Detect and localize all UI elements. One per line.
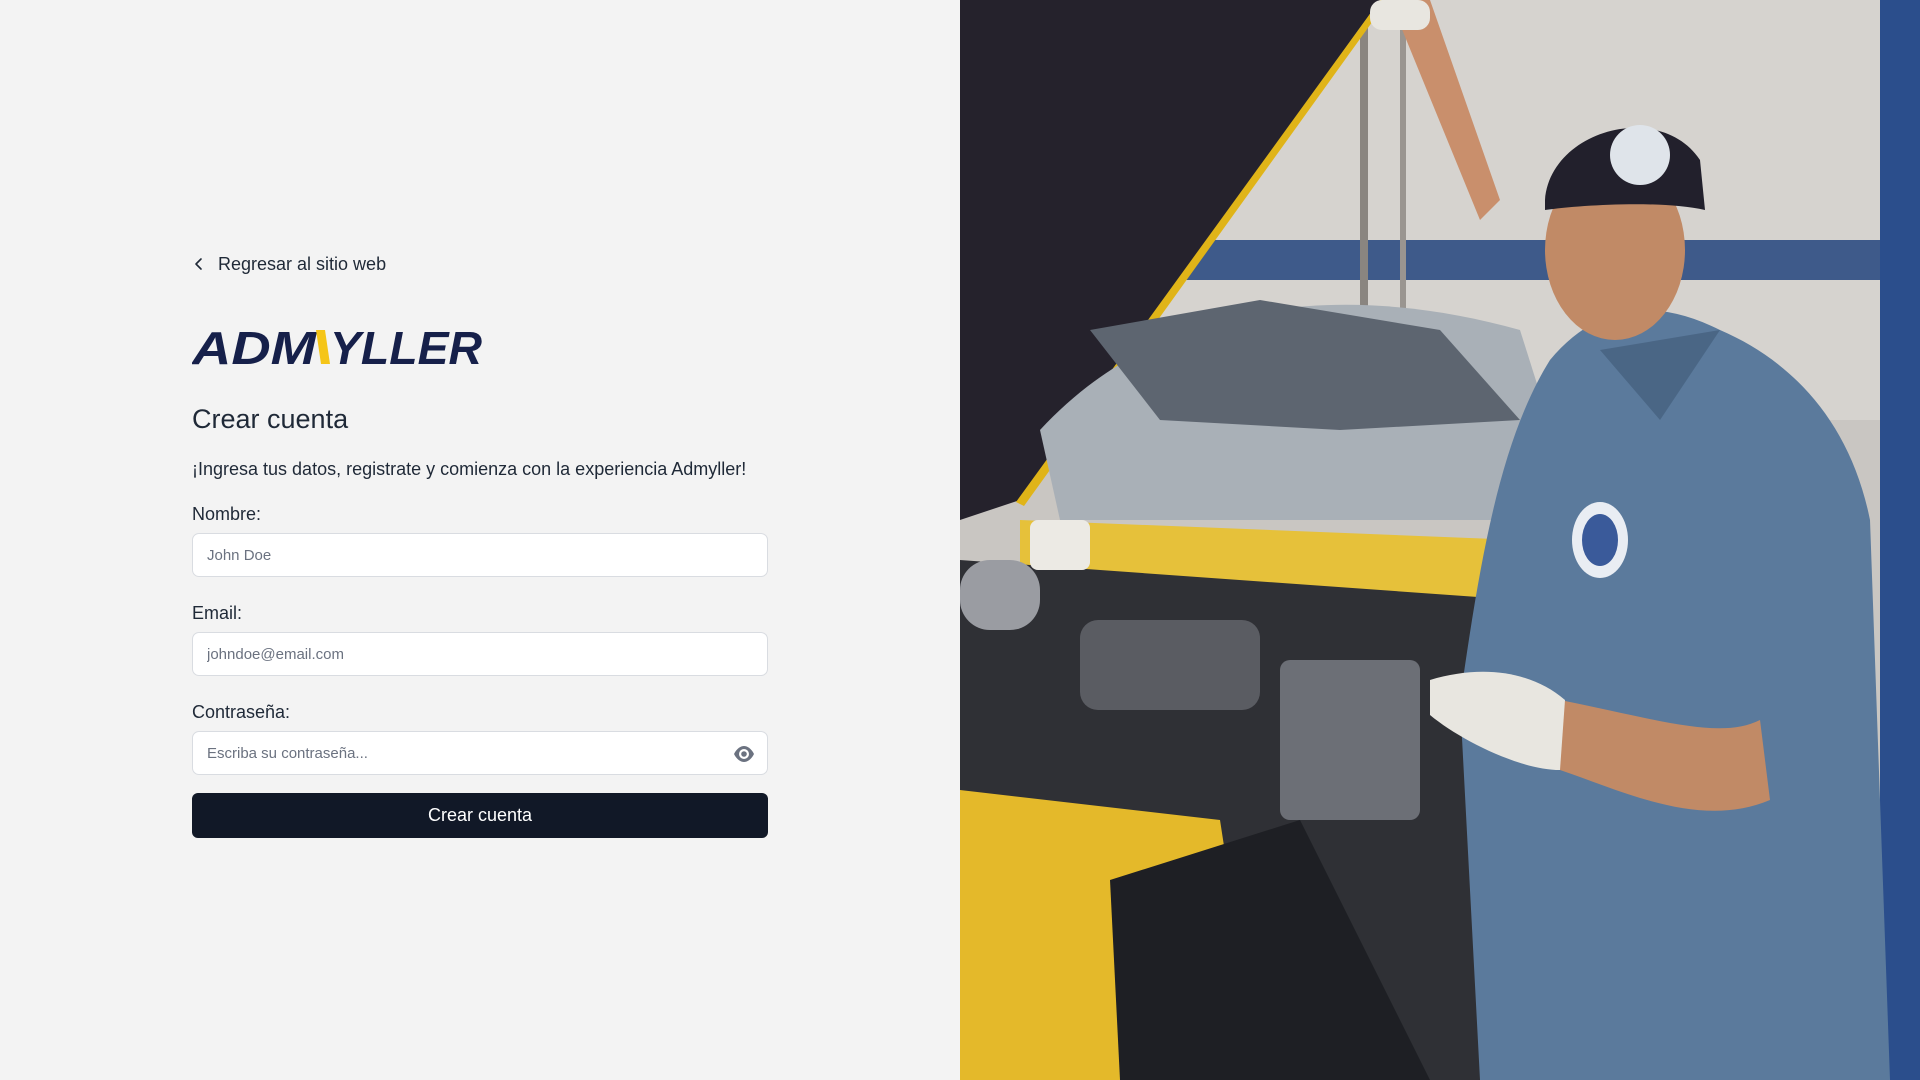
email-label: Email:	[192, 603, 243, 623]
back-to-website-link[interactable]: Regresar al sitio web	[192, 252, 768, 276]
hero-image	[960, 0, 1920, 1080]
name-field	[192, 533, 768, 577]
signup-form: Regresar al sitio web ADM YLLER Crear cu…	[192, 252, 768, 838]
password-field	[192, 731, 768, 775]
name-label: Nombre:	[192, 504, 262, 524]
chevron-left-icon	[192, 257, 206, 271]
name-input[interactable]	[193, 534, 767, 576]
eye-icon[interactable]	[733, 744, 755, 764]
email-input[interactable]	[193, 633, 767, 675]
admyller-logo: ADM YLLER	[192, 326, 768, 368]
create-account-button[interactable]: Crear cuenta	[192, 793, 768, 838]
page-title: Crear cuenta	[192, 404, 349, 434]
svg-text:ADM: ADM	[192, 326, 318, 368]
signup-page: Regresar al sitio web ADM YLLER Crear cu…	[0, 0, 1920, 1080]
email-field	[192, 632, 768, 676]
form-panel: Regresar al sitio web ADM YLLER Crear cu…	[0, 0, 960, 1080]
svg-text:YLLER: YLLER	[330, 326, 482, 368]
back-link-label: Regresar al sitio web	[218, 253, 387, 274]
password-label: Contraseña:	[192, 702, 291, 722]
page-subtitle: ¡Ingresa tus datos, registrate y comienz…	[192, 459, 747, 479]
password-input[interactable]	[193, 732, 767, 774]
